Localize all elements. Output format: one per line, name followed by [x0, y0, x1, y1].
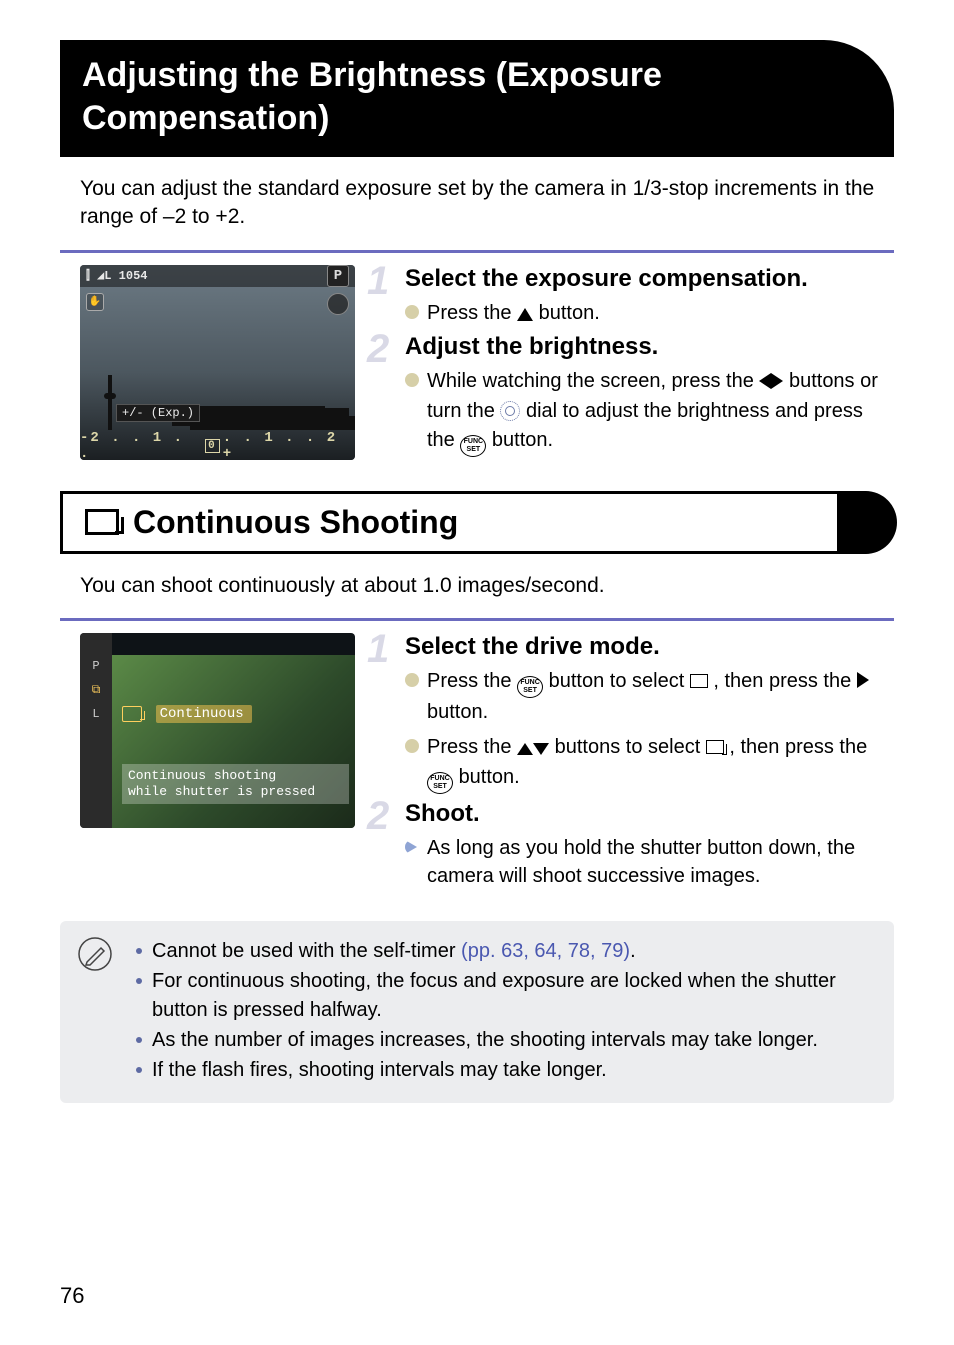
note-item: Cannot be used with the self-timer (pp. …: [136, 937, 878, 965]
section2-body: P ⧉ L Continuous Continuous shooting whi…: [60, 633, 894, 897]
page-number: 76: [60, 1283, 84, 1309]
scale-left: -2 . . 1 . .: [80, 430, 202, 460]
lcd-exp-label: +/- (Exp.): [116, 404, 200, 422]
text: As long as you hold the shutter button d…: [427, 834, 894, 891]
text: , then press the: [713, 670, 856, 692]
lcd-left-column: P ⧉ L: [80, 633, 112, 828]
continuous-shot-icon: [706, 740, 724, 754]
continuous-icon: [122, 706, 142, 722]
section1-intro: You can adjust the standard exposure set…: [60, 175, 894, 232]
text: Cannot be used with the self-timer: [152, 940, 461, 962]
scale-right: . . 1 . . 2 +: [223, 430, 355, 460]
scale-zero: 0: [205, 439, 220, 453]
left-item: P: [92, 659, 99, 673]
step-1: 1 Select the drive mode. Press the FUNCS…: [369, 633, 894, 794]
left-item: L: [92, 707, 99, 721]
text: buttons to select: [555, 736, 706, 758]
note-item: If the flash fires, shooting intervals m…: [136, 1056, 878, 1084]
section-heading-continuous: Continuous Shooting: [60, 491, 894, 554]
step-number: 2: [367, 329, 389, 369]
step-number: 1: [367, 261, 389, 301]
single-shot-icon: [690, 674, 708, 688]
lcd-hint-box: Continuous shooting while shutter is pre…: [122, 764, 349, 805]
continuous-shooting-icon: [85, 509, 119, 535]
text: button.: [427, 701, 488, 723]
text: , then press the: [729, 736, 867, 758]
divider: [60, 250, 894, 253]
up-down-button-icon: [517, 735, 549, 763]
heading-text: Adjusting the Brightness (Exposure Compe…: [82, 54, 864, 139]
note-item: For continuous shooting, the focus and e…: [136, 967, 878, 1024]
divider: [60, 618, 894, 621]
bullet-icon: [405, 305, 419, 319]
section-heading-exposure: Adjusting the Brightness (Exposure Compe…: [60, 40, 894, 157]
step-title: Shoot.: [405, 800, 894, 828]
text: Press the: [427, 302, 517, 324]
up-button-icon: [517, 308, 533, 321]
heading-text: Continuous Shooting: [133, 504, 458, 541]
lcd-stabilizer-icon: ✋: [86, 293, 104, 311]
pencil-note-icon: [78, 937, 112, 971]
lcd-mode-badge: P: [327, 265, 349, 287]
step-bullet: Press the button.: [405, 299, 894, 327]
step-bullet: While watching the screen, press the but…: [405, 367, 894, 457]
step-bullet: Press the buttons to select , then press…: [405, 733, 894, 794]
hint-line: Continuous shooting: [128, 768, 276, 783]
step-number: 1: [367, 629, 389, 669]
lcd-screenshot-continuous: P ⧉ L Continuous Continuous shooting whi…: [80, 633, 355, 828]
step-bullet: As long as you hold the shutter button d…: [405, 834, 894, 891]
func-set-button-icon: FUNCSET: [517, 676, 543, 698]
func-set-button-icon: FUNCSET: [460, 435, 486, 457]
text: button to select: [549, 670, 690, 692]
lcd-menu-selection: Continuous: [122, 705, 252, 723]
step-title: Select the exposure compensation.: [405, 265, 894, 293]
func-set-button-icon: FUNCSET: [427, 772, 453, 794]
lcd-top-indicators: ⫿ ◢L 1054: [86, 268, 147, 283]
text: button.: [459, 766, 520, 788]
lcd-screenshot-exposure: ⫿ ◢L 1054 P ✋ +/- (Exp.) -2 . . 1 . . 0 …: [80, 265, 355, 460]
lcd-color-icon: [327, 293, 349, 315]
notes-box: Cannot be used with the self-timer (pp. …: [60, 921, 894, 1103]
text: button.: [539, 302, 600, 324]
step-number: 2: [367, 796, 389, 836]
text: While watching the screen, press the: [427, 370, 759, 392]
step-2: 2 Adjust the brightness. While watching …: [369, 333, 894, 457]
page-reference-link[interactable]: (pp. 63, 64, 78, 79): [461, 940, 630, 962]
menu-label: Continuous: [156, 705, 252, 723]
step-2: 2 Shoot. As long as you hold the shutter…: [369, 800, 894, 891]
section1-body: ⫿ ◢L 1054 P ✋ +/- (Exp.) -2 . . 1 . . 0 …: [60, 265, 894, 463]
result-arrow-icon: [405, 840, 419, 854]
step-title: Adjust the brightness.: [405, 333, 894, 361]
hint-line: while shutter is pressed: [128, 784, 315, 799]
right-button-icon: [857, 672, 869, 688]
left-item-selected: ⧉: [92, 683, 101, 697]
step-title: Select the drive mode.: [405, 633, 894, 661]
bullet-icon: [405, 673, 419, 687]
text: Press the: [427, 736, 517, 758]
bullet-icon: [405, 739, 419, 753]
note-item: As the number of images increases, the s…: [136, 1026, 878, 1054]
text: button.: [492, 429, 553, 451]
section2-intro: You can shoot continuously at about 1.0 …: [60, 572, 894, 600]
text: .: [630, 940, 636, 962]
left-right-button-icon: [759, 369, 783, 397]
step-1: 1 Select the exposure compensation. Pres…: [369, 265, 894, 327]
text: Press the: [427, 670, 517, 692]
step-bullet: Press the FUNCSET button to select , the…: [405, 667, 894, 726]
control-dial-icon: [500, 401, 520, 421]
bullet-icon: [405, 373, 419, 387]
lcd-exposure-scale: -2 . . 1 . . 0 . . 1 . . 2 +: [80, 436, 355, 456]
